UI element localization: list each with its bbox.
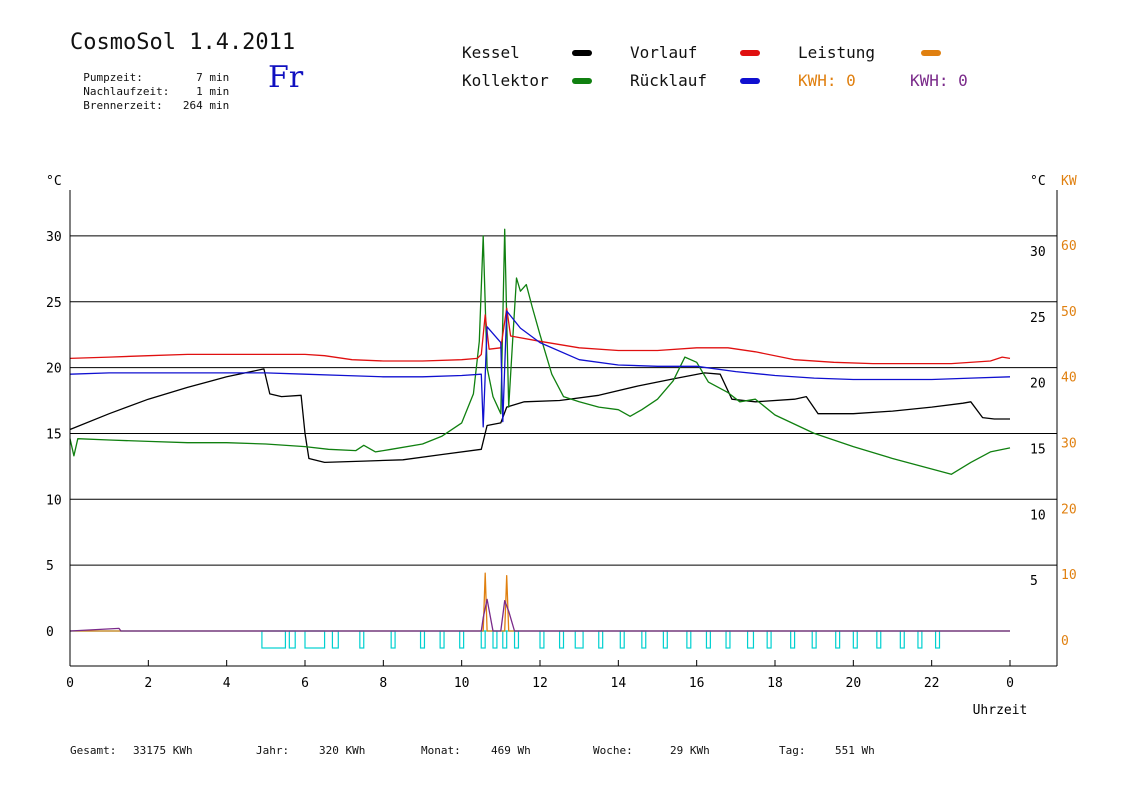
pump-pulse xyxy=(705,630,711,649)
pump-pulse xyxy=(480,630,486,649)
x-tick-label: 8 xyxy=(379,676,387,691)
kw-tick-label: 20 xyxy=(1061,502,1077,517)
kw-tick-label: 50 xyxy=(1061,305,1077,320)
pump-pulse xyxy=(619,630,625,649)
footer-gesamt-value: 33175 KWh xyxy=(133,744,193,757)
pump-pulse xyxy=(439,630,445,649)
y-right-tick-label: 25 xyxy=(1030,311,1046,326)
y-left-tick-label: 5 xyxy=(46,559,54,574)
y-right-tick-label: 5 xyxy=(1030,574,1038,589)
gridlines xyxy=(70,235,1057,632)
y-right-tick-label: 30 xyxy=(1030,245,1046,260)
pump-pulse xyxy=(492,630,498,649)
series-kessel xyxy=(69,368,1010,464)
pump-pulse xyxy=(513,630,520,649)
axes xyxy=(69,190,1058,667)
y-left-tick-label: 10 xyxy=(46,493,62,508)
pump-pulse xyxy=(917,630,923,649)
x-tick-label: 20 xyxy=(846,676,862,691)
footer-gesamt-label: Gesamt: xyxy=(70,744,117,757)
footer-woche-value: 29 KWh xyxy=(670,744,710,757)
x-tick-label: 14 xyxy=(611,676,627,691)
pump-pulse xyxy=(641,630,647,649)
pump-pulse xyxy=(539,630,545,649)
footer-jahr-value: 320 KWh xyxy=(319,744,366,757)
pump-pulse xyxy=(899,630,905,649)
pump-pulse xyxy=(419,630,426,649)
y-left-tick-label: 15 xyxy=(46,427,62,442)
pump-pulse xyxy=(852,630,858,649)
x-tick-label: 10 xyxy=(454,676,470,691)
pump-pulse xyxy=(686,630,692,649)
pump-pulse xyxy=(261,630,287,649)
kw-tick-label: 60 xyxy=(1061,239,1077,254)
y-right-tick-label: 20 xyxy=(1030,377,1046,392)
temperature-chart: 0 2 4 6 8 10 12 14 16 18 20 22 0 Uhrzeit 0 5 10 15 20 25 30 °… xyxy=(46,174,1077,718)
pump-pulse xyxy=(574,630,584,649)
pump-pulse xyxy=(766,630,772,649)
kw-tick-label: 40 xyxy=(1061,371,1077,386)
x-tick-label: 22 xyxy=(924,676,940,691)
x-tick-label: 0 xyxy=(66,676,74,691)
pump-pulse xyxy=(746,630,755,649)
footer-tag-value: 551 Wh xyxy=(835,744,875,757)
footer-monat-label: Monat: xyxy=(421,744,461,757)
pump-pulse xyxy=(598,630,604,649)
series-lines xyxy=(69,228,1011,632)
pump-pulse xyxy=(304,630,326,649)
y-left-tick-label: 30 xyxy=(46,230,62,245)
y-right-tick-label: 10 xyxy=(1030,508,1046,523)
pump-pulse xyxy=(390,630,396,649)
x-tick-label: 4 xyxy=(223,676,231,691)
y-right-tick-label: 15 xyxy=(1030,442,1046,457)
x-tick-label: 2 xyxy=(144,676,152,691)
x-axis-label: Uhrzeit xyxy=(973,703,1028,718)
kw-tick-label: 30 xyxy=(1061,436,1077,451)
pump-pulse xyxy=(558,630,565,649)
x-tick-label: 18 xyxy=(767,676,783,691)
pump-pulse xyxy=(288,630,296,649)
series-ruecklauf xyxy=(69,310,1011,428)
pump-pulses xyxy=(261,630,941,649)
kw-tick-label: 0 xyxy=(1061,634,1069,649)
y-left-tick-label: 0 xyxy=(46,625,54,640)
x-tick-label: 12 xyxy=(532,676,548,691)
pump-pulse xyxy=(725,630,731,649)
series-kollektor xyxy=(69,228,1011,475)
kw-unit: KW xyxy=(1061,174,1077,189)
pump-pulse xyxy=(359,630,365,649)
pump-pulse xyxy=(502,630,508,649)
pump-pulse xyxy=(811,630,817,649)
pump-pulse xyxy=(662,630,668,649)
footer-jahr-label: Jahr: xyxy=(256,744,290,757)
pump-pulse xyxy=(934,630,941,649)
pump-pulse xyxy=(835,630,841,649)
y-left-tick-label: 20 xyxy=(46,362,62,377)
x-tick-label: 16 xyxy=(689,676,705,691)
series-leistung xyxy=(70,572,1010,632)
pump-pulse xyxy=(790,630,796,649)
kw-tick-label: 10 xyxy=(1061,568,1077,583)
y-right-unit: °C xyxy=(1030,174,1046,189)
x-tick-label: 6 xyxy=(301,676,309,691)
y-left-unit: °C xyxy=(46,174,62,189)
pump-pulse xyxy=(459,630,465,649)
footer-tag-label: Tag: xyxy=(779,744,806,757)
y-left-tick-label: 25 xyxy=(46,296,62,311)
footer-woche-label: Woche: xyxy=(593,744,633,757)
footer-monat-value: 469 Wh xyxy=(491,744,531,757)
series-kwh xyxy=(69,598,1010,632)
x-tick-label: 0 xyxy=(1006,676,1014,691)
pump-pulse xyxy=(876,630,882,649)
pump-pulse xyxy=(331,630,339,649)
